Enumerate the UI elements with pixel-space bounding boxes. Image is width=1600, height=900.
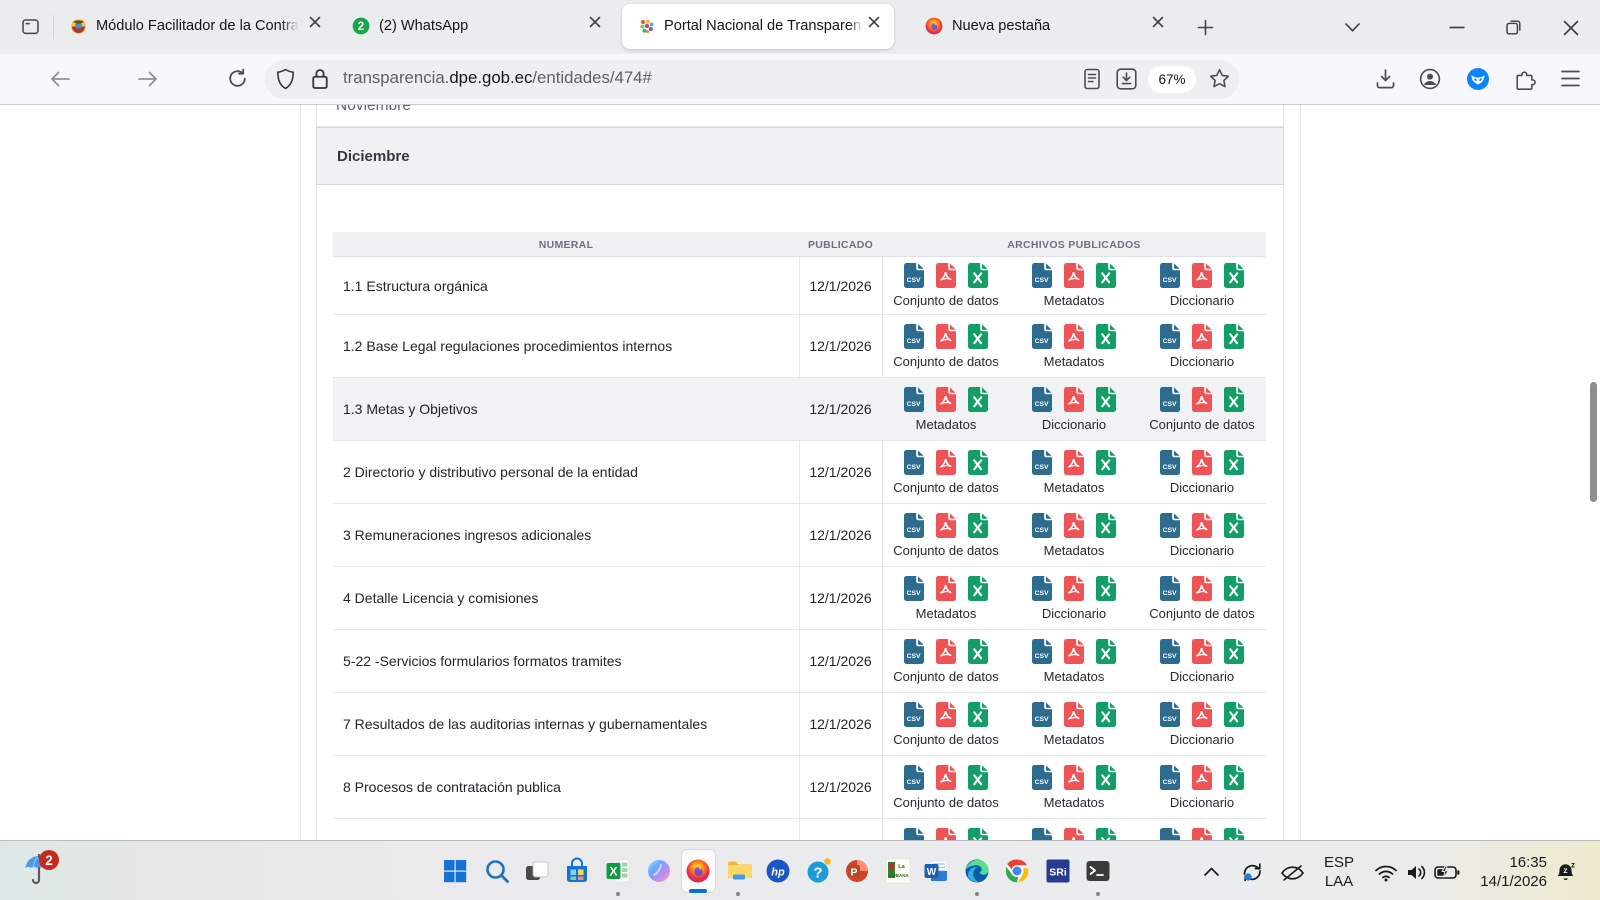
svg-text:z: z [1563,865,1567,875]
svg-text:hp: hp [771,867,785,879]
svg-text:La: La [898,864,905,870]
svg-text:X: X [609,865,617,879]
svg-text:2: 2 [358,21,364,33]
svg-text:W: W [927,867,937,878]
svg-text:z: z [1571,861,1575,870]
svg-text:P: P [850,867,857,879]
svg-text:CUBANA: CUBANA [889,873,909,878]
svg-text:SRi: SRi [1049,867,1067,879]
svg-text:?: ? [813,865,822,882]
